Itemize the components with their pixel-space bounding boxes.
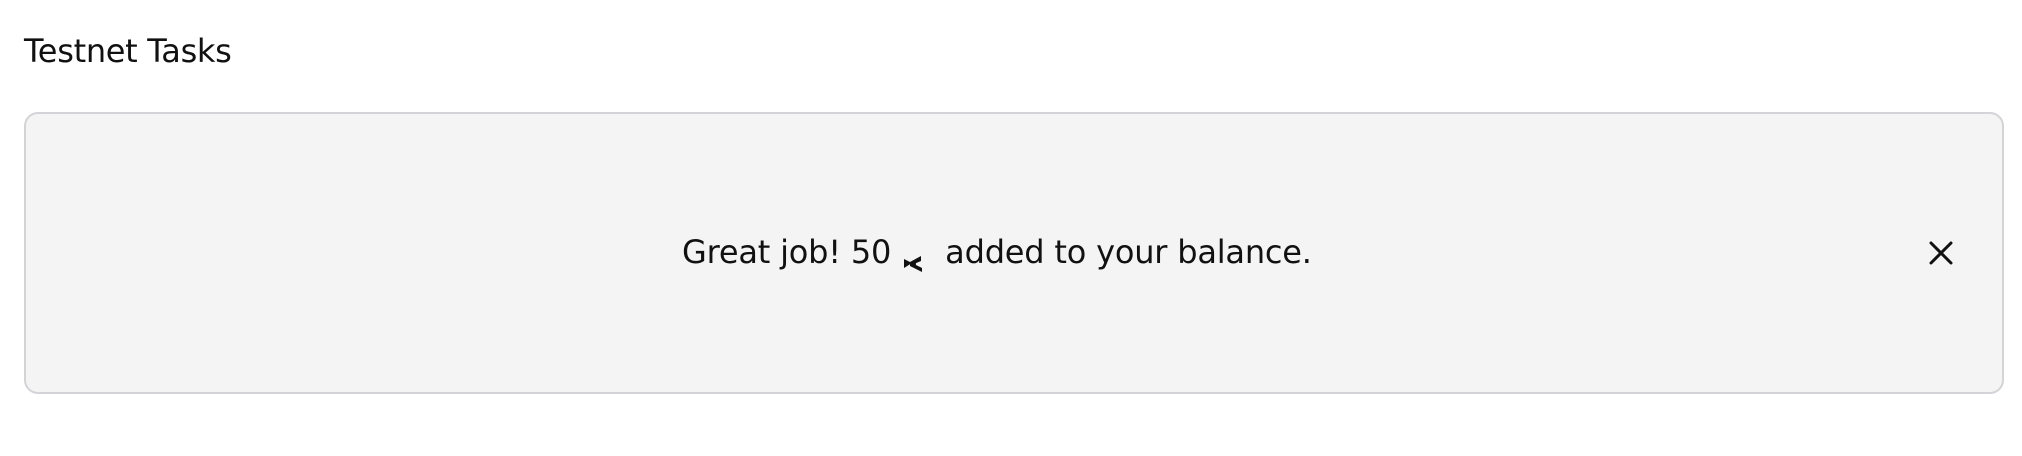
close-button[interactable] [1922,236,1960,274]
notice-prefix: Great job! 50 [682,233,892,271]
close-icon [1927,239,1955,271]
token-icon [901,243,925,272]
notice-message: Great job! 50 added to your balance. [682,230,1312,274]
success-notice: Great job! 50 added to your balance. [24,112,2004,394]
page-title: Testnet Tasks [24,32,232,70]
notice-suffix: added to your balance. [945,233,1312,271]
